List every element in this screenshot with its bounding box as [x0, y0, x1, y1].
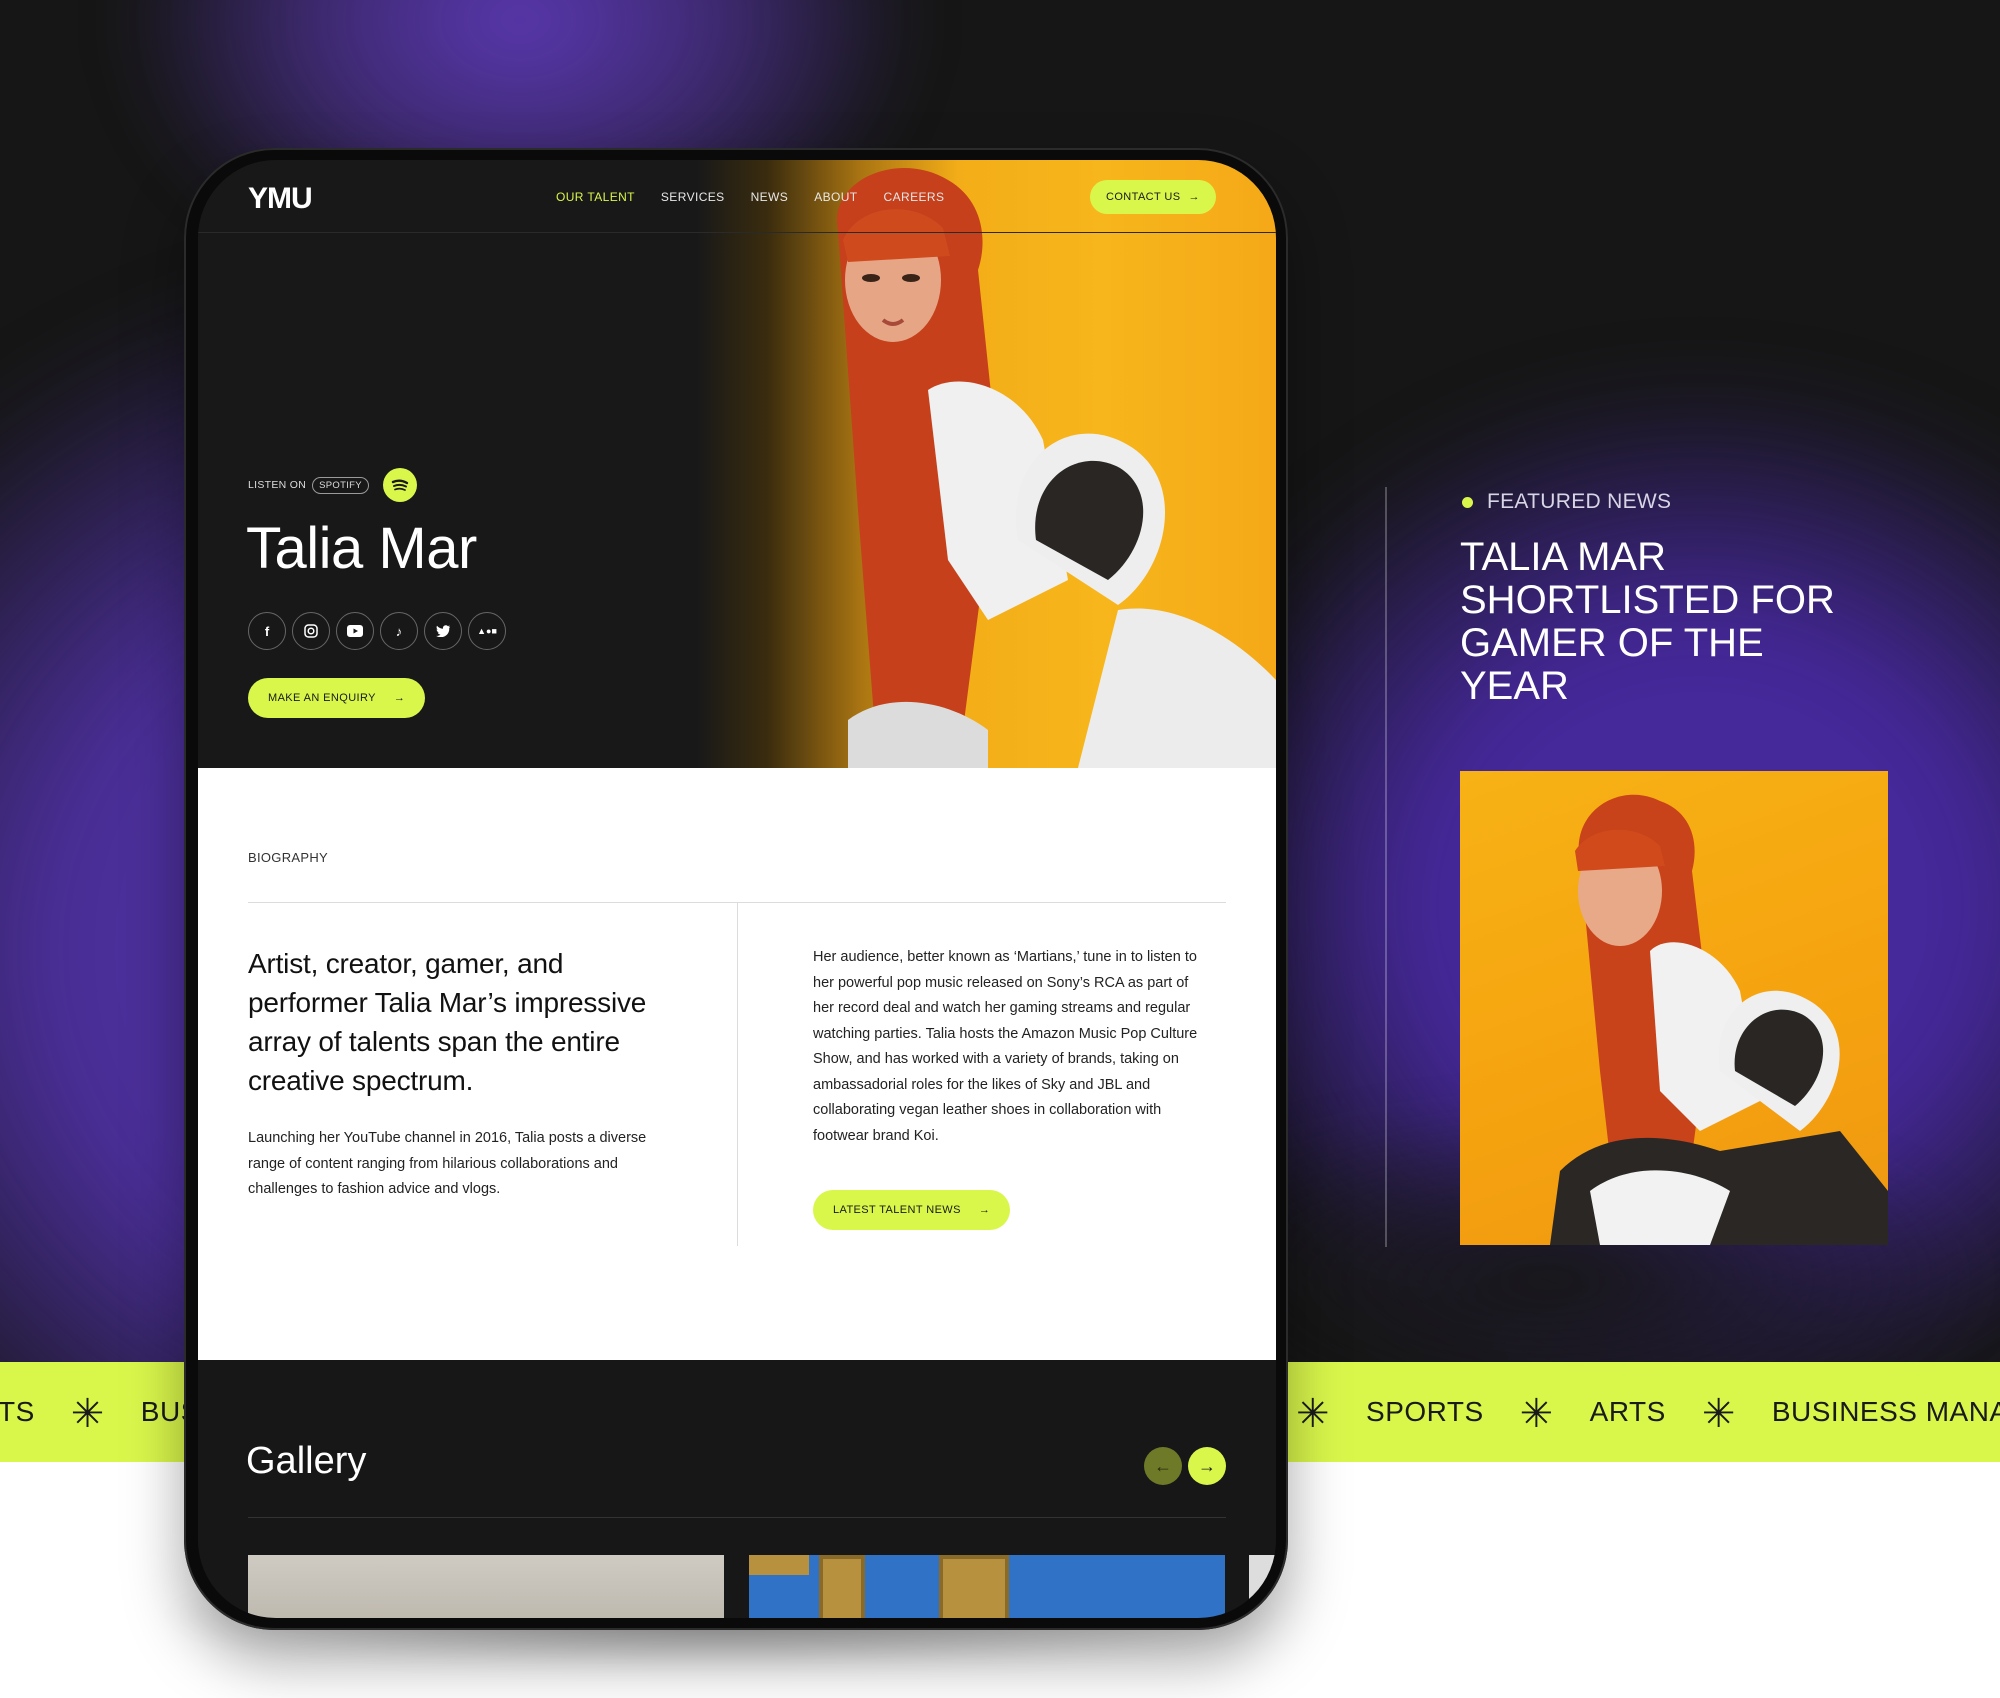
tiktok-icon[interactable]: ♪	[380, 612, 418, 650]
biography-lead: Artist, creator, gamer, and performer Ta…	[248, 948, 647, 1096]
contact-us-label: CONTACT US	[1106, 191, 1181, 203]
amazon-music-icon[interactable]: ▲●■	[468, 612, 506, 650]
spotify-icon[interactable]	[382, 468, 417, 502]
top-navigation: YMU OUR TALENT SERVICES NEWS ABOUT CAREE…	[198, 160, 1276, 233]
gallery-next-button[interactable]: →	[1188, 1447, 1226, 1485]
nav-careers[interactable]: CAREERS	[884, 190, 945, 204]
tablet-screen: YMU OUR TALENT SERVICES NEWS ABOUT CAREE…	[198, 160, 1276, 1618]
featured-news-label: FEATURED NEWS	[1462, 490, 1671, 514]
portrait-illustration	[1550, 794, 1888, 1245]
arrow-right-icon: →	[1188, 191, 1200, 203]
column-divider	[737, 902, 738, 1246]
latest-talent-news-button[interactable]: LATEST TALENT NEWS →	[813, 1190, 1011, 1230]
nav-services[interactable]: SERVICES	[661, 190, 725, 204]
biography-section: BIOGRAPHY Artist, creator, gamer, and pe…	[198, 768, 1276, 1360]
bullet-dot-icon	[1462, 496, 1473, 508]
listen-on-label: LISTEN ON	[248, 479, 307, 491]
make-an-enquiry-button[interactable]: MAKE AN ENQUIRY →	[248, 678, 426, 718]
nav-our-talent[interactable]: OUR TALENT	[556, 190, 635, 204]
asterisk-icon: ✳	[1701, 1392, 1736, 1436]
social-links: f ♪ ▲●■	[248, 612, 506, 650]
marquee-left-track: TS ✳ BUSI	[0, 1362, 208, 1462]
portrait-frame	[749, 1555, 809, 1575]
arrow-right-icon: →	[393, 692, 406, 704]
gallery-image[interactable]	[749, 1555, 1225, 1618]
arrow-right-icon: →	[1198, 1455, 1216, 1476]
gallery-prev-button[interactable]: ←	[1144, 1447, 1182, 1485]
hero-section: YMU OUR TALENT SERVICES NEWS ABOUT CAREE…	[198, 160, 1276, 768]
biography-label: BIOGRAPHY	[248, 850, 328, 865]
biography-paragraph-right: Her audience, better known as ‘Martians,…	[813, 949, 1198, 1144]
instagram-icon[interactable]	[292, 612, 330, 650]
hero-portrait-illustration	[837, 168, 1276, 768]
twitter-icon[interactable]	[424, 612, 462, 650]
listen-on-spotify[interactable]: LISTEN ON SPOTIFY	[248, 468, 417, 502]
nav-about[interactable]: ABOUT	[814, 190, 857, 204]
gallery-title: Gallery	[246, 1440, 367, 1482]
featured-news-title[interactable]: TALIA MAR SHORTLISTED FOR GAMER OF THE Y…	[1460, 536, 1880, 708]
arrow-right-icon: →	[978, 1204, 991, 1216]
nav-news[interactable]: NEWS	[751, 190, 789, 204]
latest-talent-news-label: LATEST TALENT NEWS	[833, 1204, 961, 1216]
marquee-item: ARTS	[1589, 1396, 1666, 1427]
hero-portrait	[698, 160, 1276, 768]
youtube-icon[interactable]	[336, 612, 374, 650]
main-menu: OUR TALENT SERVICES NEWS ABOUT CAREERS	[556, 190, 944, 204]
facebook-icon[interactable]: f	[248, 612, 286, 650]
gallery-image[interactable]	[248, 1555, 724, 1618]
spotify-tag: SPOTIFY	[312, 476, 369, 494]
portrait-frame	[819, 1555, 865, 1618]
featured-news-image[interactable]	[1460, 771, 1888, 1245]
asterisk-icon: ✳	[1296, 1392, 1331, 1436]
make-an-enquiry-label: MAKE AN ENQUIRY	[268, 692, 376, 704]
marquee-item: TS	[0, 1396, 35, 1427]
featured-news-label-text: FEATURED NEWS	[1487, 490, 1672, 513]
marquee-right-track: ✳ SPORTS ✳ ARTS ✳ BUSINESS MANAGEMENT	[1296, 1362, 2000, 1462]
contact-us-button[interactable]: CONTACT US →	[1090, 180, 1216, 214]
gallery-image[interactable]	[1249, 1555, 1276, 1618]
ymu-logo[interactable]: YMU	[248, 182, 313, 216]
asterisk-icon: ✳	[70, 1392, 105, 1436]
portrait-frame	[939, 1555, 1009, 1618]
talent-name: Talia Mar	[246, 516, 477, 581]
asterisk-icon: ✳	[1519, 1392, 1554, 1436]
divider	[248, 1517, 1226, 1518]
gallery-section: Gallery ← →	[198, 1360, 1276, 1618]
divider-line	[1385, 487, 1387, 1247]
biography-paragraph-left: Launching her YouTube channel in 2016, T…	[248, 1130, 647, 1197]
marquee-item: SPORTS	[1366, 1396, 1484, 1427]
arrow-left-icon: ←	[1154, 1455, 1172, 1476]
marquee-item: BUSINESS MANAGEMENT	[1771, 1396, 2000, 1427]
